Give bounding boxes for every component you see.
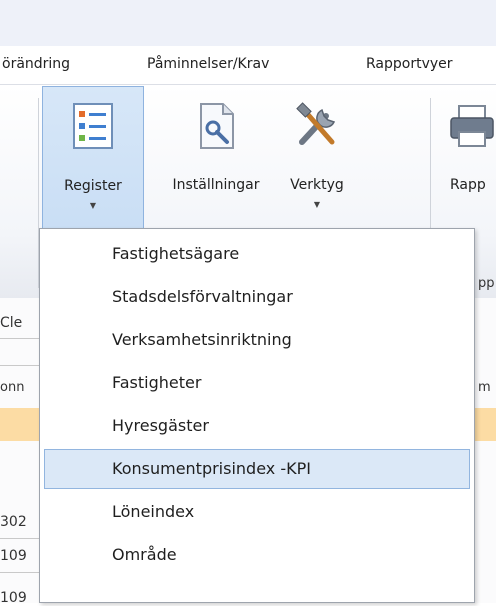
verktyg-button-label: Verktyg <box>290 177 344 193</box>
printer-icon <box>449 102 495 154</box>
register-dropdown-caret-icon: ▼ <box>89 201 97 210</box>
menu-item-loneindex[interactable]: Löneindex <box>44 492 470 532</box>
menu-item-fastighetsagare[interactable]: Fastighetsägare <box>44 234 470 274</box>
menu-item-hyresgaster[interactable]: Hyresgäster <box>44 406 470 446</box>
tab-rapportvyer[interactable]: Rapportvyer <box>366 56 453 72</box>
table-row: 109 <box>0 590 27 606</box>
menu-item-konsumentprisindex-kpi[interactable]: Konsumentprisindex -KPI <box>44 449 470 489</box>
window-top-strip <box>0 0 496 46</box>
column-header-fragment: onn <box>0 380 25 395</box>
tab-forandring[interactable]: örändring <box>2 56 70 72</box>
register-dropdown-menu: Fastighetsägare Stadsdelsförvaltningar V… <box>39 228 475 603</box>
verktyg-dropdown-caret-icon: ▼ <box>313 200 321 209</box>
tools-icon <box>294 102 340 154</box>
table-row: 302 <box>0 514 27 530</box>
ribbon-tab-bar: örändring Påminnelser/Krav Rapportvyer <box>0 46 496 84</box>
menu-item-stadsdelsforvaltningar[interactable]: Stadsdelsförvaltningar <box>44 277 470 317</box>
register-button-label: Register <box>64 178 122 194</box>
menu-item-fastigheter[interactable]: Fastigheter <box>44 363 470 403</box>
ribbon-group-label-fragment: pp <box>478 276 495 291</box>
clear-filter-fragment: Cle <box>0 315 23 331</box>
grid-divider <box>0 338 40 339</box>
column-header-fragment: m <box>478 380 491 395</box>
menu-item-omrade[interactable]: Område <box>44 535 470 575</box>
grid-divider <box>0 365 40 366</box>
installningar-button-label: Inställningar <box>172 177 260 193</box>
settings-document-icon <box>195 102 237 154</box>
rapporter-button-label: Rapp <box>450 177 486 193</box>
register-list-icon <box>73 103 113 153</box>
grid-divider <box>0 572 40 573</box>
table-row: 109 <box>0 548 27 564</box>
tab-paminnelser-krav[interactable]: Påminnelser/Krav <box>147 56 269 72</box>
menu-item-verksamhetsinriktning[interactable]: Verksamhetsinriktning <box>44 320 470 360</box>
grid-divider <box>0 538 40 539</box>
